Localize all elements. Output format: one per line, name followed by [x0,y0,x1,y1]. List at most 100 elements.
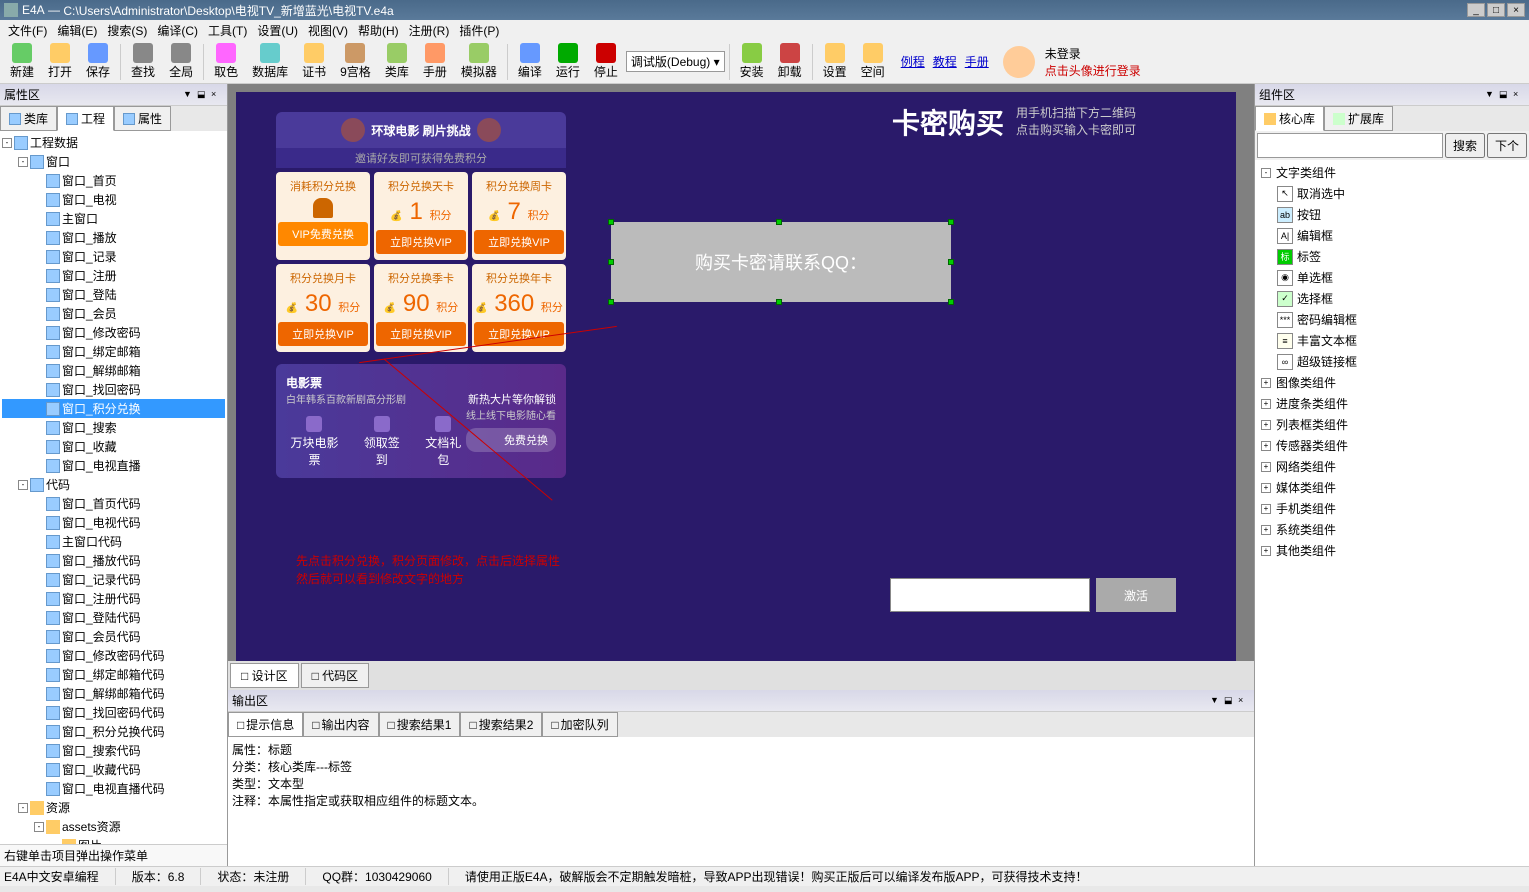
minimize-button[interactable]: _ [1467,3,1485,17]
menu-item[interactable]: 视图(V) [304,20,352,41]
toolbar-设置[interactable]: 设置 [817,41,853,82]
menu-item[interactable]: 设置(U) [253,20,302,41]
component-item[interactable]: ***密码编辑框 [1257,309,1527,330]
component-category[interactable]: +系统类组件 [1257,519,1527,540]
dock-pin-icon[interactable]: ⬓ [1224,695,1236,707]
tree-item[interactable]: 窗口_电视直播代码 [2,779,225,798]
tree-item[interactable]: -工程数据 [2,133,225,152]
tree-item[interactable]: 窗口_播放代码 [2,551,225,570]
expand-icon[interactable]: - [34,822,44,832]
component-item[interactable]: ≡丰富文本框 [1257,330,1527,351]
tree-item[interactable]: 窗口_电视 [2,190,225,209]
design-area[interactable]: 卡密购买 用手机扫描下方二维码点击购买输入卡密即可 环球电影 刷片挑战 邀请好友… [228,84,1254,661]
redeem-button[interactable]: 立即兑换VIP [376,230,466,254]
close-button[interactable]: × [1507,3,1525,17]
toolbar-类库[interactable]: 类库 [379,41,415,82]
tree-item[interactable]: 窗口_解绑邮箱 [2,361,225,380]
menu-item[interactable]: 帮助(H) [354,20,403,41]
component-item[interactable]: ab按钮 [1257,204,1527,225]
link-例程[interactable]: 例程 [901,53,925,70]
tree-item[interactable]: 窗口_搜索代码 [2,741,225,760]
expand-icon[interactable]: - [18,480,28,490]
dock-pin-icon[interactable]: ▼ [183,89,195,101]
activate-input[interactable] [890,578,1090,612]
toolbar-空间[interactable]: 空间 [855,41,891,82]
component-item[interactable]: ✓选择框 [1257,288,1527,309]
component-item[interactable]: ∞超级链接框 [1257,351,1527,372]
activate-button[interactable]: 激活 [1096,578,1176,612]
tab-属性[interactable]: 属性 [114,106,171,131]
tree-item[interactable]: 窗口_修改密码代码 [2,646,225,665]
dock-pin-icon[interactable]: ▼ [1485,89,1497,101]
toolbar-新建[interactable]: 新建 [4,41,40,82]
tree-item[interactable]: 窗口_收藏 [2,437,225,456]
redeem-button[interactable]: VIP免费兑换 [278,222,368,246]
expand-icon[interactable]: - [2,138,12,148]
toolbar-模拟器[interactable]: 模拟器 [455,41,503,82]
resize-handle[interactable] [948,299,954,305]
output-tab[interactable]: □加密队列 [542,712,617,737]
toolbar-数据库[interactable]: 数据库 [246,41,294,82]
tree-item[interactable]: 窗口_搜索 [2,418,225,437]
dock-pin-icon[interactable]: ▼ [1210,695,1222,707]
resize-handle[interactable] [608,259,614,265]
tree-item[interactable]: 窗口_解绑邮箱代码 [2,684,225,703]
toolbar-手册[interactable]: 手册 [417,41,453,82]
component-category[interactable]: +手机类组件 [1257,498,1527,519]
tree-item[interactable]: 窗口_积分兑换代码 [2,722,225,741]
output-tab[interactable]: □输出内容 [303,712,378,737]
build-mode-dropdown[interactable]: 调试版(Debug) ▾ [626,51,725,72]
tree-item[interactable]: 窗口_记录代码 [2,570,225,589]
dock-close-icon[interactable]: × [211,89,223,101]
component-category[interactable]: +进度条类组件 [1257,393,1527,414]
toolbar-证书[interactable]: 证书 [296,41,332,82]
component-category[interactable]: -文字类组件 [1257,162,1527,183]
toolbar-取色[interactable]: 取色 [208,41,244,82]
next-button[interactable]: 下个 [1487,133,1527,158]
redeem-button[interactable]: 立即兑换VIP [474,230,564,254]
tree-item[interactable]: -代码 [2,475,225,494]
tab-工程[interactable]: 工程 [57,106,114,131]
tree-item[interactable]: 窗口_登陆 [2,285,225,304]
component-item[interactable]: ◉单选框 [1257,267,1527,288]
component-category[interactable]: +列表框类组件 [1257,414,1527,435]
expand-icon[interactable]: - [18,157,28,167]
component-category[interactable]: +媒体类组件 [1257,477,1527,498]
output-tab[interactable]: □搜索结果1 [379,712,461,737]
toolbar-9宫格[interactable]: 9宫格 [334,41,377,82]
toolbar-查找[interactable]: 查找 [125,41,161,82]
resize-handle[interactable] [776,219,782,225]
expand-icon[interactable]: - [18,803,28,813]
component-item[interactable]: A|编辑框 [1257,225,1527,246]
toolbar-打开[interactable]: 打开 [42,41,78,82]
tree-item[interactable]: 窗口_修改密码 [2,323,225,342]
selected-label[interactable]: 购买卡密请联系QQ： [611,222,951,302]
toolbar-全局[interactable]: 全局 [163,41,199,82]
tree-item[interactable]: 窗口_注册代码 [2,589,225,608]
component-category[interactable]: +网络类组件 [1257,456,1527,477]
toolbar-编译[interactable]: 编译 [512,41,548,82]
component-category[interactable]: +其他类组件 [1257,540,1527,561]
menu-item[interactable]: 编译(C) [153,20,202,41]
menu-item[interactable]: 编辑(E) [53,20,101,41]
output-tab[interactable]: □搜索结果2 [460,712,542,737]
component-category[interactable]: +图像类组件 [1257,372,1527,393]
dock-pin-icon[interactable]: ⬓ [197,89,209,101]
redeem-button[interactable]: 立即兑换VIP [474,322,564,346]
maximize-button[interactable]: □ [1487,3,1505,17]
tree-item[interactable]: 窗口_记录 [2,247,225,266]
tree-item[interactable]: 窗口_注册 [2,266,225,285]
tree-item[interactable]: 窗口_找回密码代码 [2,703,225,722]
tree-item[interactable]: -窗口 [2,152,225,171]
component-item[interactable]: 标标签 [1257,246,1527,267]
tree-item[interactable]: 窗口_绑定邮箱代码 [2,665,225,684]
link-手册[interactable]: 手册 [965,53,989,70]
tree-item[interactable]: 窗口_电视直播 [2,456,225,475]
menu-item[interactable]: 工具(T) [204,20,251,41]
redeem-button[interactable]: 立即兑换VIP [376,322,466,346]
toolbar-停止[interactable]: 停止 [588,41,624,82]
component-item[interactable]: ↖取消选中 [1257,183,1527,204]
toolbar-运行[interactable]: 运行 [550,41,586,82]
tree-item[interactable]: 窗口_播放 [2,228,225,247]
component-category[interactable]: +传感器类组件 [1257,435,1527,456]
